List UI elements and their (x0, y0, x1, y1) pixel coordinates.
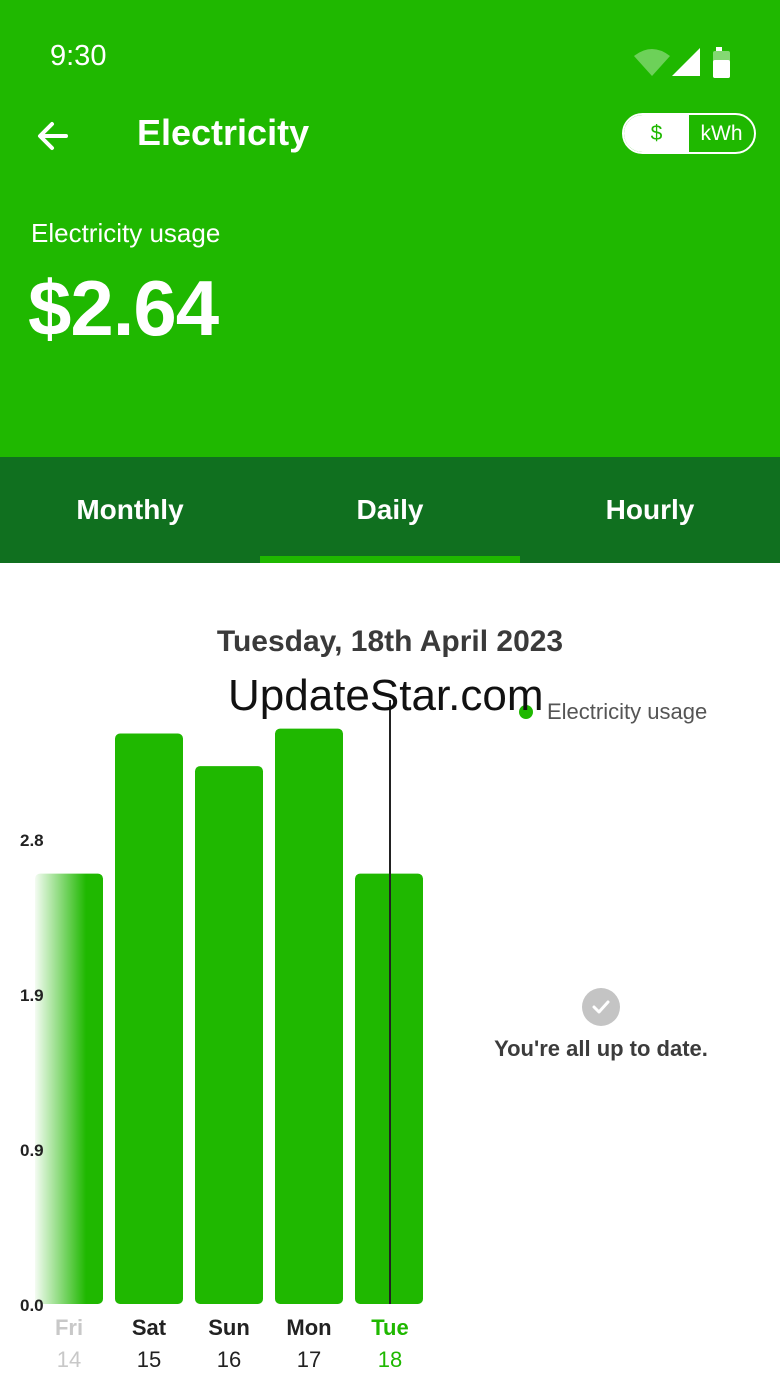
unit-toggle[interactable]: $ kWh (622, 113, 756, 154)
battery-icon (713, 47, 730, 78)
watermark: UpdateStar.com (228, 671, 544, 720)
chart-title: Tuesday, 18th April 2023 (216, 625, 564, 658)
back-arrow-icon[interactable] (30, 112, 78, 160)
usage-label: Electricity usage (31, 218, 221, 248)
app-header: 9:30 Electricity $ kWh Electricity usage… (0, 0, 780, 457)
bar-mon[interactable] (275, 728, 343, 1304)
x-date-label: 14 (56, 1347, 82, 1372)
x-date-label: 16 (216, 1347, 242, 1372)
up-to-date-status: You're all up to date. (470, 988, 732, 1062)
checkmark-icon (582, 988, 620, 1026)
bar-fri[interactable] (35, 873, 103, 1304)
usage-value: $2.64 (28, 264, 219, 352)
bar-sat[interactable] (115, 733, 183, 1305)
unit-option-dollar[interactable]: $ (624, 115, 689, 152)
x-day-label-selected: Tue (371, 1315, 409, 1340)
x-date-label: 17 (296, 1347, 322, 1372)
x-date-label-selected: 18 (377, 1347, 403, 1372)
legend-label: Electricity usage (547, 699, 708, 724)
period-tabs: Monthly Daily Hourly (0, 457, 780, 563)
status-icons (634, 47, 730, 78)
unit-option-kwh[interactable]: kWh (689, 115, 754, 152)
tab-monthly[interactable]: Monthly (0, 457, 260, 563)
up-to-date-message: You're all up to date. (494, 1036, 708, 1061)
status-time: 9:30 (50, 40, 107, 72)
usage-bar-chart[interactable] (0, 700, 450, 1310)
x-date-label: 15 (136, 1347, 162, 1372)
y-tick-label: 0.0 (20, 1296, 44, 1315)
page-title: Electricity (137, 112, 310, 153)
y-tick-label: 2.8 (20, 831, 44, 850)
y-tick-label: 1.9 (20, 986, 44, 1005)
x-day-label: Fri (54, 1315, 84, 1340)
tab-daily[interactable]: Daily (260, 457, 520, 563)
tab-hourly[interactable]: Hourly (520, 457, 780, 563)
chart-legend: Electricity usage (519, 699, 707, 725)
bar-sun[interactable] (195, 766, 263, 1304)
cellular-signal-icon (672, 48, 700, 76)
x-day-label: Sun (208, 1315, 250, 1340)
wifi-icon (634, 49, 670, 76)
y-tick-label: 0.9 (20, 1141, 44, 1160)
x-day-label: Mon (286, 1315, 332, 1340)
x-day-label: Sat (131, 1315, 167, 1340)
active-tab-indicator (260, 556, 520, 563)
